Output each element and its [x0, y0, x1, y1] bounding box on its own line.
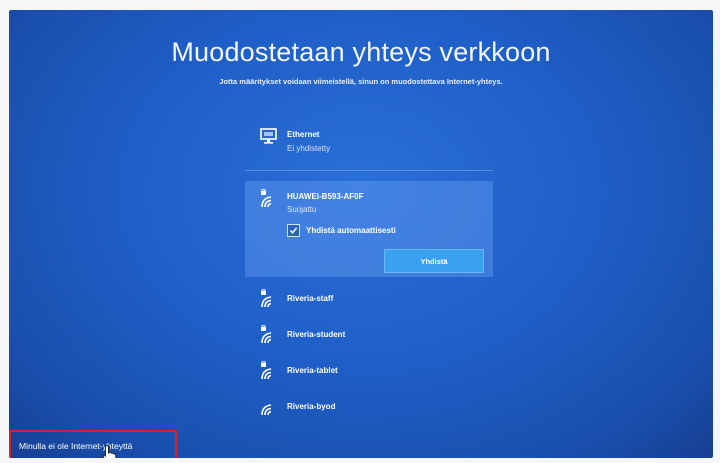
- network-name: Riveria-tablet: [287, 366, 338, 375]
- wifi-secured-icon: [261, 325, 272, 344]
- network-item-riveria-byod[interactable]: Riveria-byod: [245, 391, 493, 427]
- network-item-ethernet[interactable]: Ethernet Ei yhdistetty: [245, 122, 493, 158]
- auto-connect-row: Yhdistä automaattisesti: [287, 223, 396, 237]
- network-name: Riveria-byod: [287, 402, 336, 411]
- wifi-secured-icon: [261, 189, 272, 208]
- network-list: Ethernet Ei yhdistetty HUAWEI-B593-AF0F …: [245, 122, 493, 427]
- page-title: Muodostetaan yhteys verkkoon: [171, 37, 551, 67]
- wifi-icon: [261, 404, 272, 416]
- ethernet-monitor-icon: [260, 128, 277, 144]
- no-internet-link-highlight: Minulla ei ole Internet-yhteyttä: [9, 430, 177, 458]
- wifi-secured-icon: [261, 361, 272, 380]
- oobe-network-screen: Muodostetaan yhteys verkkoon Jotta määri…: [9, 10, 713, 458]
- checkmark-icon: [289, 226, 298, 234]
- page-subtitle: Jotta määritykset voidaan viimeistellä, …: [219, 77, 503, 86]
- network-item-selected[interactable]: HUAWEI-B593-AF0F Suojattu Yhdistä automa…: [245, 181, 493, 277]
- list-divider: [245, 170, 493, 171]
- network-name: HUAWEI-B593-AF0F: [287, 192, 364, 201]
- network-item-riveria-student[interactable]: Riveria-student: [245, 319, 493, 355]
- network-name: Ethernet: [287, 130, 320, 139]
- network-name: Riveria-student: [287, 330, 346, 339]
- wifi-secured-icon: [261, 289, 272, 308]
- connect-button[interactable]: Yhdistä: [384, 249, 484, 273]
- network-item-riveria-tablet[interactable]: Riveria-tablet: [245, 355, 493, 391]
- network-name: Riveria-staff: [287, 294, 334, 303]
- network-item-riveria-staff[interactable]: Riveria-staff: [245, 283, 493, 319]
- auto-connect-checkbox[interactable]: [287, 223, 300, 237]
- network-status: Suojattu: [287, 205, 317, 214]
- photo-frame: Muodostetaan yhteys verkkoon Jotta määri…: [0, 0, 720, 463]
- auto-connect-label: Yhdistä automaattisesti: [306, 225, 396, 235]
- network-status: Ei yhdistetty: [287, 144, 331, 153]
- hand-pointer-icon: [102, 445, 117, 458]
